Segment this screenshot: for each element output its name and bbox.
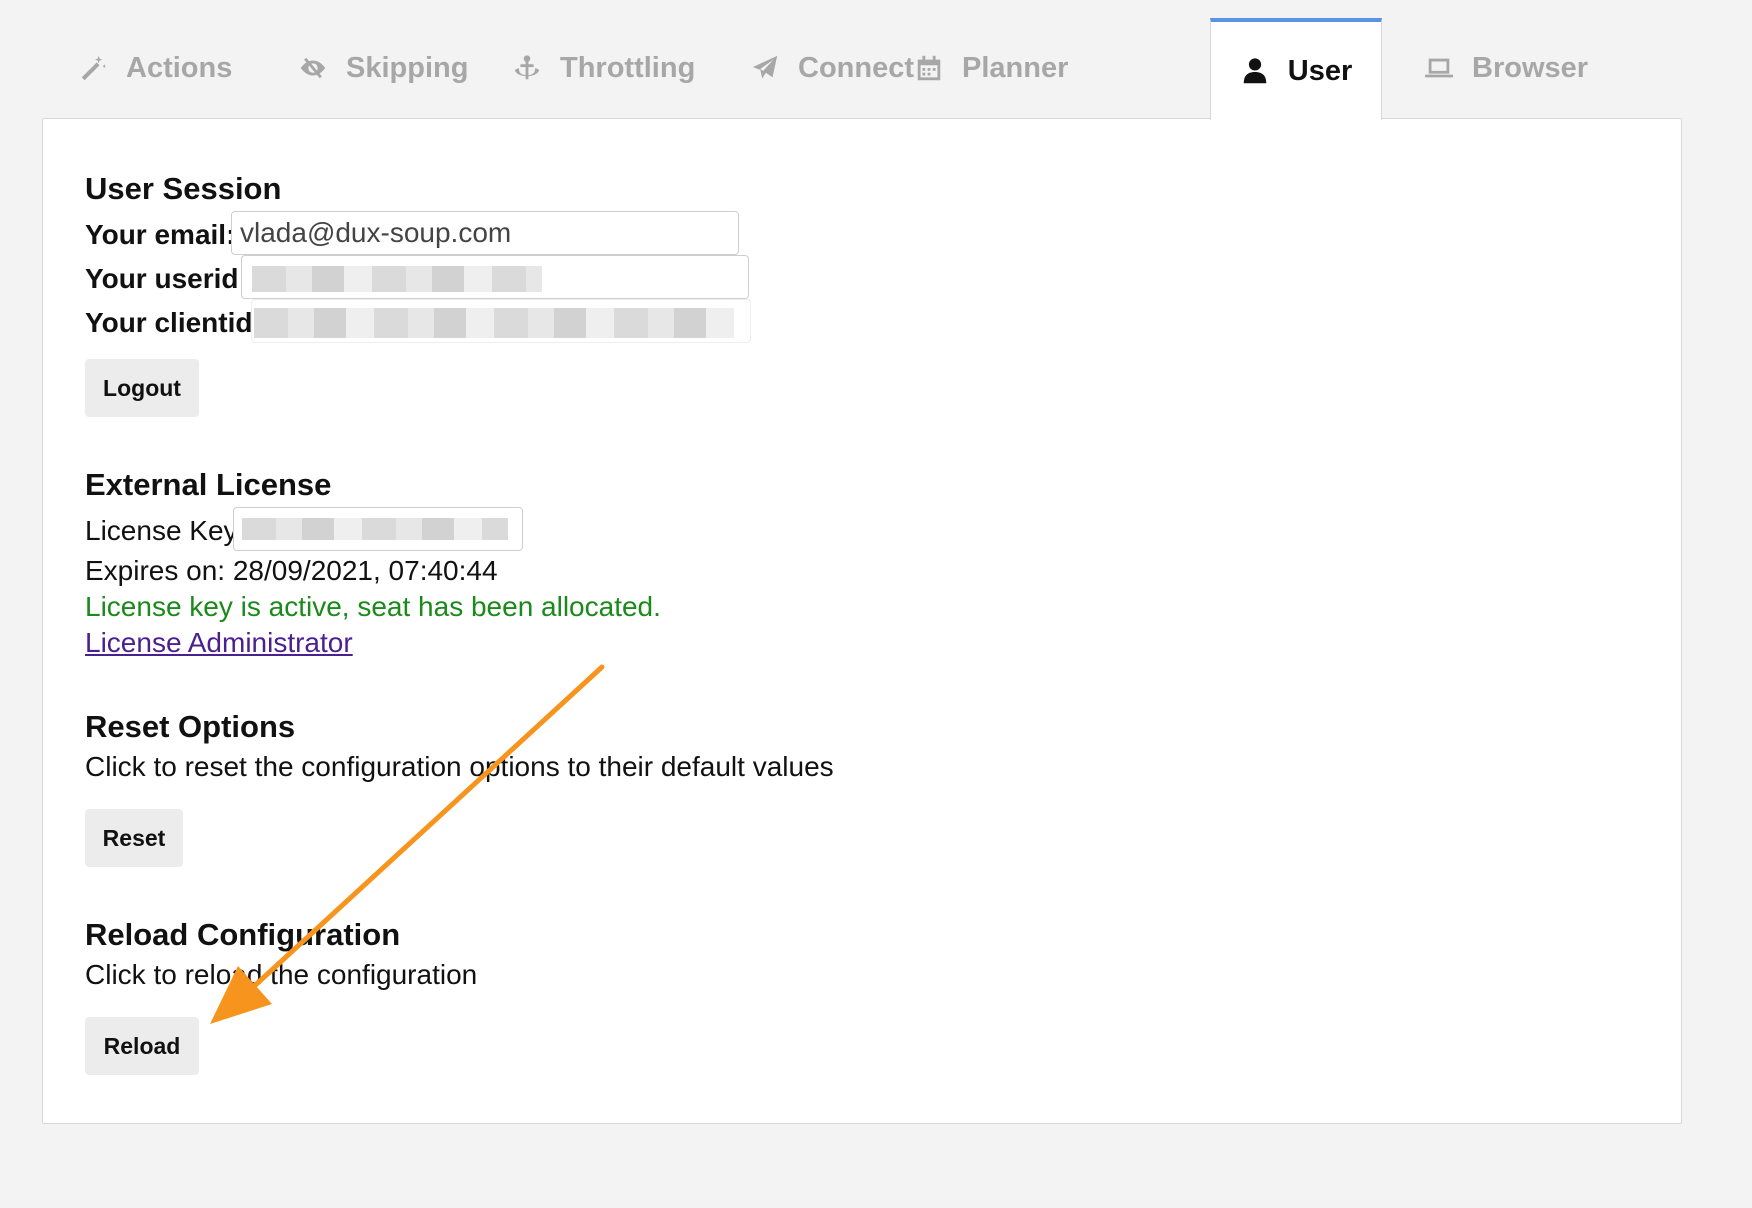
tab-bar: Actions Skipping Throttling Connect Plan…: [42, 18, 1682, 120]
license-administrator-link[interactable]: License Administrator: [85, 627, 353, 659]
email-label: Your email:: [85, 219, 236, 250]
userid-field[interactable]: [241, 255, 749, 299]
user-icon: [1243, 58, 1266, 84]
license-expiry: Expires on: 28/09/2021, 07:40:44: [85, 555, 498, 586]
email-field[interactable]: [231, 211, 739, 255]
tab-throttling[interactable]: Throttling: [512, 18, 695, 118]
tab-label: Throttling: [560, 51, 696, 84]
reset-options-heading: Reset Options: [85, 709, 296, 744]
redacted-clientid: [254, 308, 734, 338]
eye-slash-icon: [300, 57, 326, 79]
tab-label: User: [1287, 54, 1353, 87]
tab-label: Planner: [962, 51, 1069, 84]
tab-label: Actions: [126, 51, 233, 84]
calendar-icon: [917, 55, 941, 81]
tab-planner[interactable]: Planner: [914, 18, 1068, 118]
license-key-label: License Key:: [85, 515, 246, 546]
anchor-icon: [514, 55, 540, 80]
settings-panel: User Session Your email: Your userid: Yo…: [42, 118, 1682, 1124]
clientid-label: Your clientid:: [85, 307, 262, 338]
paper-plane-icon: [752, 55, 778, 79]
external-license-heading: External License: [85, 467, 332, 502]
tab-connect[interactable]: Connect: [750, 18, 914, 118]
tab-user[interactable]: User: [1210, 18, 1382, 120]
license-status: License key is active, seat has been all…: [85, 591, 661, 622]
tab-actions[interactable]: Actions: [78, 18, 232, 118]
logout-button[interactable]: Logout: [85, 359, 199, 417]
reset-description: Click to reset the configuration options…: [85, 751, 834, 782]
reload-button[interactable]: Reload: [85, 1017, 199, 1075]
tab-label: Connect: [798, 51, 914, 84]
reset-button[interactable]: Reset: [85, 809, 183, 867]
tab-label: Browser: [1472, 51, 1589, 84]
laptop-icon: [1424, 58, 1454, 78]
clientid-field[interactable]: [251, 299, 751, 343]
reload-description: Click to reload the configuration: [85, 959, 478, 990]
redacted-userid: [252, 266, 542, 292]
tab-skipping[interactable]: Skipping: [298, 18, 468, 118]
userid-label: Your userid:: [85, 263, 248, 294]
magic-wand-icon: [81, 55, 107, 81]
tab-browser[interactable]: Browser: [1424, 18, 1588, 118]
user-session-heading: User Session: [85, 171, 282, 206]
license-key-field[interactable]: [233, 507, 523, 551]
tab-label: Skipping: [346, 51, 469, 84]
reload-configuration-heading: Reload Configuration: [85, 917, 401, 952]
redacted-license-key: [242, 518, 508, 540]
